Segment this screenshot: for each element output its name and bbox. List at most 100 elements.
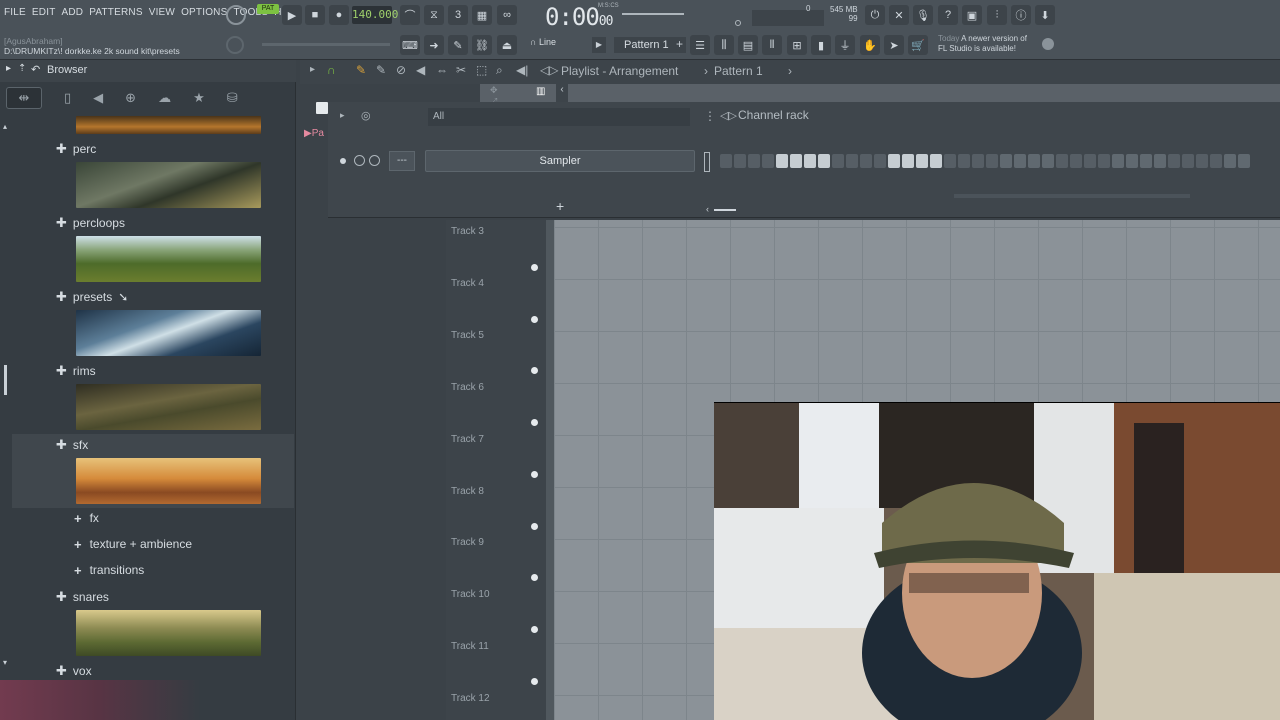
scroll-down-icon[interactable]: ▾ — [3, 658, 7, 667]
browser-all-tab-icon[interactable]: ⇹ — [6, 87, 42, 109]
add-channel-button[interactable]: + — [556, 198, 564, 214]
channel-rack-button[interactable]: ▤ — [738, 35, 758, 55]
step-button[interactable] — [1224, 154, 1236, 168]
step-button[interactable] — [1000, 154, 1012, 168]
favorites-tab-icon[interactable]: ★ — [193, 90, 205, 106]
undo-button[interactable]: ⏻ — [865, 5, 885, 25]
track-label[interactable]: Track 5 — [451, 330, 484, 341]
step-button[interactable] — [748, 154, 760, 168]
step-button[interactable] — [776, 154, 788, 168]
browser-scrollbar[interactable] — [4, 365, 7, 395]
countdown-button[interactable]: 3 — [448, 5, 468, 25]
time-format-label[interactable]: M:S:CS — [598, 3, 619, 9]
step-button[interactable] — [1196, 154, 1208, 168]
master-volume-slider[interactable] — [622, 13, 684, 15]
step-button[interactable] — [916, 154, 928, 168]
rack-grip-icon[interactable]: ⋮ — [704, 109, 716, 123]
project-picker-button[interactable]: ▮ — [811, 35, 831, 55]
step-button[interactable] — [1098, 154, 1110, 168]
subfolder-fx[interactable]: + fx — [74, 511, 99, 526]
sounds-tab-icon[interactable]: ◀ — [93, 90, 103, 106]
magnet-icon[interactable]: ∩ — [327, 63, 336, 77]
piano-icon[interactable]: ▥ — [536, 86, 545, 97]
step-button[interactable] — [1042, 154, 1054, 168]
step-button[interactable] — [832, 154, 844, 168]
folder-percloops[interactable]: ✚ percloops — [56, 215, 125, 231]
menu-options[interactable]: OPTIONS — [181, 7, 227, 18]
track-mute-dot[interactable] — [531, 574, 538, 581]
folder-sfx[interactable]: ✚ sfx — [56, 437, 88, 453]
step-button[interactable] — [1056, 154, 1068, 168]
channel-pan-knob[interactable] — [354, 155, 365, 166]
delete-tool-icon[interactable]: ⊘ — [396, 63, 406, 77]
plugin-database-button[interactable]: ⏚ — [835, 35, 855, 55]
step-button[interactable] — [944, 154, 956, 168]
channel-led[interactable] — [340, 158, 346, 164]
add-pattern-icon[interactable]: + — [676, 37, 683, 51]
menu-edit[interactable]: EDIT — [32, 7, 56, 18]
wait-input-button[interactable]: ⧖ — [424, 5, 444, 25]
step-button[interactable] — [972, 154, 984, 168]
rack-horizontal-scrollbar[interactable] — [954, 194, 1190, 198]
paint-tool-icon[interactable]: ✎ — [376, 63, 386, 77]
track-mute-dot[interactable] — [531, 471, 538, 478]
track-label[interactable]: Track 6 — [451, 382, 484, 393]
select-tool-icon[interactable]: ⬚ — [476, 63, 487, 77]
menu-add[interactable]: ADD — [62, 7, 84, 18]
stamp-button[interactable]: ⏏ — [497, 35, 517, 55]
playback-tool-icon[interactable]: ◀| — [516, 63, 528, 77]
mic-button[interactable]: 🎙 — [913, 5, 933, 25]
play-button[interactable]: ▶ — [282, 5, 302, 25]
snap-select[interactable]: ∩ Line — [530, 37, 556, 47]
cloud-tab-icon[interactable]: ☁ — [158, 90, 171, 106]
track-label[interactable]: Track 4 — [451, 278, 484, 289]
track-mute-dot[interactable] — [531, 419, 538, 426]
step-button[interactable] — [1014, 154, 1026, 168]
pattern-prev-button[interactable]: ▶ — [592, 37, 606, 53]
news-panel[interactable]: Today A newer version of FL Studio is av… — [938, 34, 1038, 54]
info-button[interactable]: ⓘ — [1011, 5, 1031, 25]
step-button[interactable] — [1168, 154, 1180, 168]
piano-roll-button[interactable]: ⫴ — [762, 35, 782, 55]
typing-keyboard-button[interactable]: ⌨ — [400, 35, 420, 55]
track-mute-dot[interactable] — [531, 626, 538, 633]
menu-view[interactable]: VIEW — [149, 7, 175, 18]
step-button[interactable] — [860, 154, 872, 168]
step-button[interactable] — [1238, 154, 1250, 168]
step-button[interactable] — [1112, 154, 1124, 168]
scroll-left-icon[interactable]: ‹ — [556, 84, 568, 102]
track-label[interactable]: Track 3 — [451, 226, 484, 237]
rack-swing-icon[interactable]: ◎ — [361, 109, 371, 122]
folder-vox[interactable]: ✚ vox — [56, 663, 92, 679]
channel-filter-select[interactable]: All — [428, 108, 690, 126]
step-button[interactable] — [818, 154, 830, 168]
draw-tool-icon[interactable]: ✎ — [356, 63, 366, 77]
step-button[interactable] — [874, 154, 886, 168]
playlist-arrow-icon[interactable]: ◁▷ — [540, 63, 558, 77]
browser-window-button[interactable]: ⊞ — [787, 35, 807, 55]
playlist-menu-icon[interactable]: ▸ — [310, 64, 315, 75]
step-button[interactable] — [1084, 154, 1096, 168]
step-button[interactable] — [762, 154, 774, 168]
zoom-tool-icon[interactable]: ⌕ — [496, 63, 503, 78]
subfolder-transitions[interactable]: + transitions — [74, 563, 144, 578]
track-label[interactable]: Track 12 — [451, 693, 490, 704]
channel-mixer-track[interactable]: --- — [389, 151, 415, 171]
step-button[interactable] — [1126, 154, 1138, 168]
menu-patterns[interactable]: PATTERNS — [89, 7, 142, 18]
mixer-window-button[interactable]: ⫼ — [714, 35, 734, 55]
folder-presets[interactable]: ✚ presets ➘ — [56, 289, 128, 305]
globe-icon[interactable] — [1042, 38, 1054, 50]
master-pitch-knob[interactable] — [735, 20, 741, 26]
step-button[interactable] — [1140, 154, 1152, 168]
step-button[interactable] — [720, 154, 732, 168]
touch-keyboard-button[interactable]: ✋ — [860, 35, 880, 55]
track-mute-dot[interactable] — [531, 264, 538, 271]
browser-back-icon[interactable]: ↶ — [31, 63, 40, 76]
folder-perc[interactable]: ✚ perc — [56, 141, 96, 157]
metronome-button[interactable]: ⌒ — [400, 5, 420, 25]
playlist-timeline[interactable]: ▥ ‹ — [480, 84, 1280, 102]
track-mute-dot[interactable] — [531, 316, 538, 323]
help-button[interactable]: ? — [938, 5, 958, 25]
browser-menu-icon[interactable]: ▸ — [6, 63, 11, 74]
